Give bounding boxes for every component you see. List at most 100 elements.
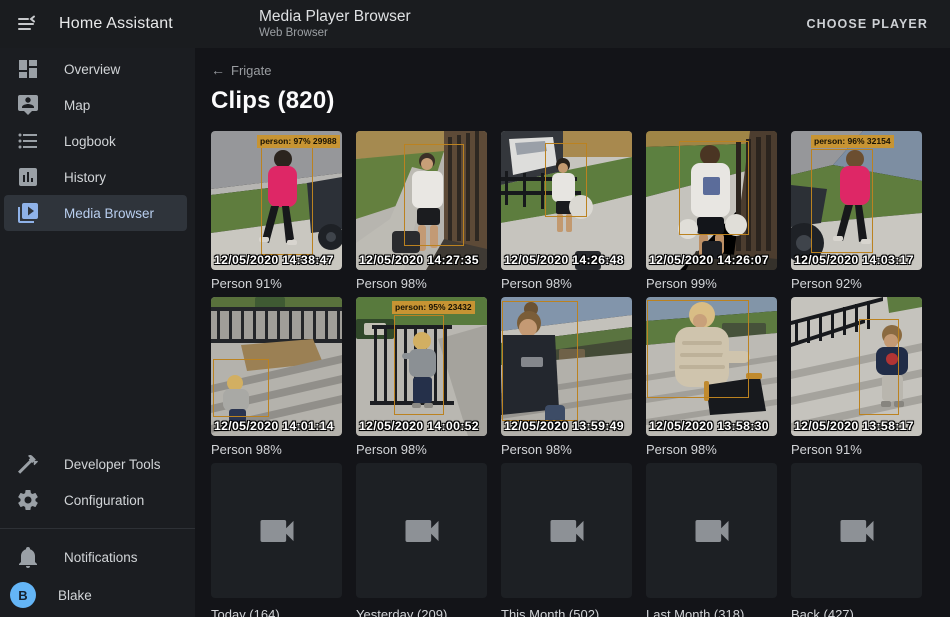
sidebar-item-profile[interactable]: B Blake bbox=[0, 575, 195, 615]
folder-card[interactable]: Today (164) bbox=[211, 463, 342, 617]
clip-timestamp: 12/05/2020 14:27:35 bbox=[359, 253, 479, 267]
detection-label: person: 96% 32154 bbox=[811, 135, 894, 148]
page-subtitle: Web Browser bbox=[259, 27, 411, 40]
app-window: Home Assistant Media Player Browser Web … bbox=[0, 0, 950, 617]
top-app-bar: Home Assistant Media Player Browser Web … bbox=[0, 0, 950, 48]
clip-thumbnail: 12/05/2020 13:58:17 bbox=[791, 297, 922, 436]
sidebar-divider bbox=[0, 528, 195, 529]
sidebar-item-label: Developer Tools bbox=[64, 457, 161, 472]
clip-caption: Person 98% bbox=[501, 276, 632, 291]
sidebar-item-label: Media Browser bbox=[64, 206, 154, 221]
clip-card[interactable]: person: 97% 29988 12/05/2020 14:38:47 Pers… bbox=[211, 131, 342, 291]
video-camera-icon bbox=[690, 509, 734, 553]
map-icon bbox=[16, 93, 40, 117]
choose-player-button[interactable]: CHOOSE PLAYER bbox=[806, 17, 928, 31]
detection-bounding-box bbox=[404, 144, 464, 246]
sidebar-item-label: Configuration bbox=[64, 493, 144, 508]
sidebar-item-logbook[interactable]: Logbook bbox=[4, 123, 187, 159]
sidebar-item-label: History bbox=[64, 170, 106, 185]
clip-timestamp: 12/05/2020 14:26:48 bbox=[504, 253, 624, 267]
sidebar-item-label: Map bbox=[64, 98, 90, 113]
gear-icon bbox=[16, 488, 40, 512]
clip-caption: Person 98% bbox=[356, 276, 487, 291]
clip-card[interactable]: 12/05/2020 13:58:30Person 98% bbox=[646, 297, 777, 457]
clip-thumbnail: 12/05/2020 14:26:48 bbox=[501, 131, 632, 270]
history-icon bbox=[16, 165, 40, 189]
folder-caption: Back (427) bbox=[791, 607, 922, 617]
sidebar-item-media-browser[interactable]: Media Browser bbox=[4, 195, 187, 231]
clip-thumbnail: person: 95% 2343212/05/2020 14:00:52 bbox=[356, 297, 487, 436]
sidebar-item-map[interactable]: Map bbox=[4, 87, 187, 123]
sidebar-item-history[interactable]: History bbox=[4, 159, 187, 195]
clip-caption: Person 98% bbox=[501, 442, 632, 457]
folder-card[interactable]: Back (427) bbox=[791, 463, 922, 617]
profile-name: Blake bbox=[58, 588, 92, 603]
clip-photo-art bbox=[791, 297, 922, 436]
detection-bounding-box bbox=[394, 315, 444, 415]
clip-card[interactable]: 12/05/2020 14:01:14 Person 98% bbox=[211, 297, 342, 457]
detection-bounding-box bbox=[647, 300, 749, 398]
clip-timestamp: 12/05/2020 14:01:14 bbox=[214, 419, 334, 433]
back-arrow-icon: ← bbox=[211, 62, 225, 78]
clips-grid: person: 97% 29988 12/05/2020 14:38:47 Pers… bbox=[211, 131, 950, 617]
clip-thumbnail: 12/05/2020 14:01:14 bbox=[211, 297, 342, 436]
clip-card[interactable]: 12/05/2020 14:26:48 Person 98% bbox=[501, 131, 632, 291]
clip-thumbnail: 12/05/2020 13:58:30 bbox=[646, 297, 777, 436]
folder-caption: Yesterday (209) bbox=[356, 607, 487, 617]
clip-card[interactable]: 12/05/2020 13:59:49 Person 98% bbox=[501, 297, 632, 457]
clip-timestamp: 12/05/2020 14:38:47 bbox=[214, 253, 334, 267]
clip-card[interactable]: person: 95% 2343212/05/2020 14:00:52Pers… bbox=[356, 297, 487, 457]
clip-card[interactable]: 12/05/2020 14:27:35 Person 98% bbox=[356, 131, 487, 291]
sidebar-item-configuration[interactable]: Configuration bbox=[4, 482, 187, 518]
sidebar-header: Home Assistant bbox=[0, 12, 195, 36]
sidebar: Overview Map Logbook History bbox=[0, 48, 195, 617]
folder-tile bbox=[791, 463, 922, 598]
sidebar-item-notifications[interactable]: Notifications bbox=[4, 539, 187, 575]
video-camera-icon bbox=[835, 509, 879, 553]
main-content: ← Frigate Clips (820) person: 97% 29988 1… bbox=[195, 48, 950, 617]
video-camera-icon bbox=[400, 509, 444, 553]
clip-timestamp: 12/05/2020 13:58:30 bbox=[649, 419, 769, 433]
detection-bounding-box bbox=[811, 149, 873, 253]
folder-caption: Today (164) bbox=[211, 607, 342, 617]
sidebar-item-label: Notifications bbox=[64, 550, 138, 565]
sidebar-toggle-icon[interactable] bbox=[15, 12, 39, 36]
clip-thumbnail: 12/05/2020 14:27:35 bbox=[356, 131, 487, 270]
clip-timestamp: 12/05/2020 14:00:52 bbox=[359, 419, 479, 433]
folder-caption: This Month (502) bbox=[501, 607, 632, 617]
folder-card[interactable]: Last Month (318) bbox=[646, 463, 777, 617]
logbook-icon bbox=[16, 129, 40, 153]
breadcrumb-back-frigate[interactable]: ← Frigate bbox=[211, 62, 271, 78]
detection-bounding-box bbox=[859, 319, 899, 415]
folder-card[interactable]: Yesterday (209) bbox=[356, 463, 487, 617]
dashboard-icon bbox=[16, 57, 40, 81]
sidebar-item-overview[interactable]: Overview bbox=[4, 51, 187, 87]
clip-timestamp: 12/05/2020 13:59:49 bbox=[504, 419, 624, 433]
avatar: B bbox=[10, 582, 36, 608]
folder-card[interactable]: This Month (502) bbox=[501, 463, 632, 617]
clip-caption: Person 91% bbox=[211, 276, 342, 291]
folder-tile bbox=[211, 463, 342, 598]
clip-thumbnail: 12/05/2020 13:59:49 bbox=[501, 297, 632, 436]
breadcrumb-label: Frigate bbox=[231, 63, 271, 78]
clip-timestamp: 12/05/2020 14:03:17 bbox=[794, 253, 914, 267]
bell-icon bbox=[16, 545, 40, 569]
clip-caption: Person 92% bbox=[791, 276, 922, 291]
clip-timestamp: 12/05/2020 13:58:17 bbox=[794, 419, 914, 433]
detection-bounding-box bbox=[545, 143, 587, 217]
clip-caption: Person 98% bbox=[211, 442, 342, 457]
sidebar-item-developer-tools[interactable]: Developer Tools bbox=[4, 446, 187, 482]
detection-label: person: 97% 29988 bbox=[257, 135, 340, 148]
clip-card[interactable]: 12/05/2020 14:26:07Person 99% bbox=[646, 131, 777, 291]
media-browser-icon bbox=[16, 201, 40, 225]
video-camera-icon bbox=[255, 509, 299, 553]
clip-card[interactable]: person: 96% 32154 12/05/2020 14:03:17 Pers… bbox=[791, 131, 922, 291]
clip-thumbnail: 12/05/2020 14:26:07 bbox=[646, 131, 777, 270]
folder-tile bbox=[356, 463, 487, 598]
video-camera-icon bbox=[545, 509, 589, 553]
clip-card[interactable]: 12/05/2020 13:58:17Person 91% bbox=[791, 297, 922, 457]
page-title-block: Media Player Browser Web Browser bbox=[259, 8, 411, 40]
hammer-icon bbox=[16, 452, 40, 476]
page-heading: Clips (820) bbox=[211, 87, 950, 115]
page-title: Media Player Browser bbox=[259, 8, 411, 26]
